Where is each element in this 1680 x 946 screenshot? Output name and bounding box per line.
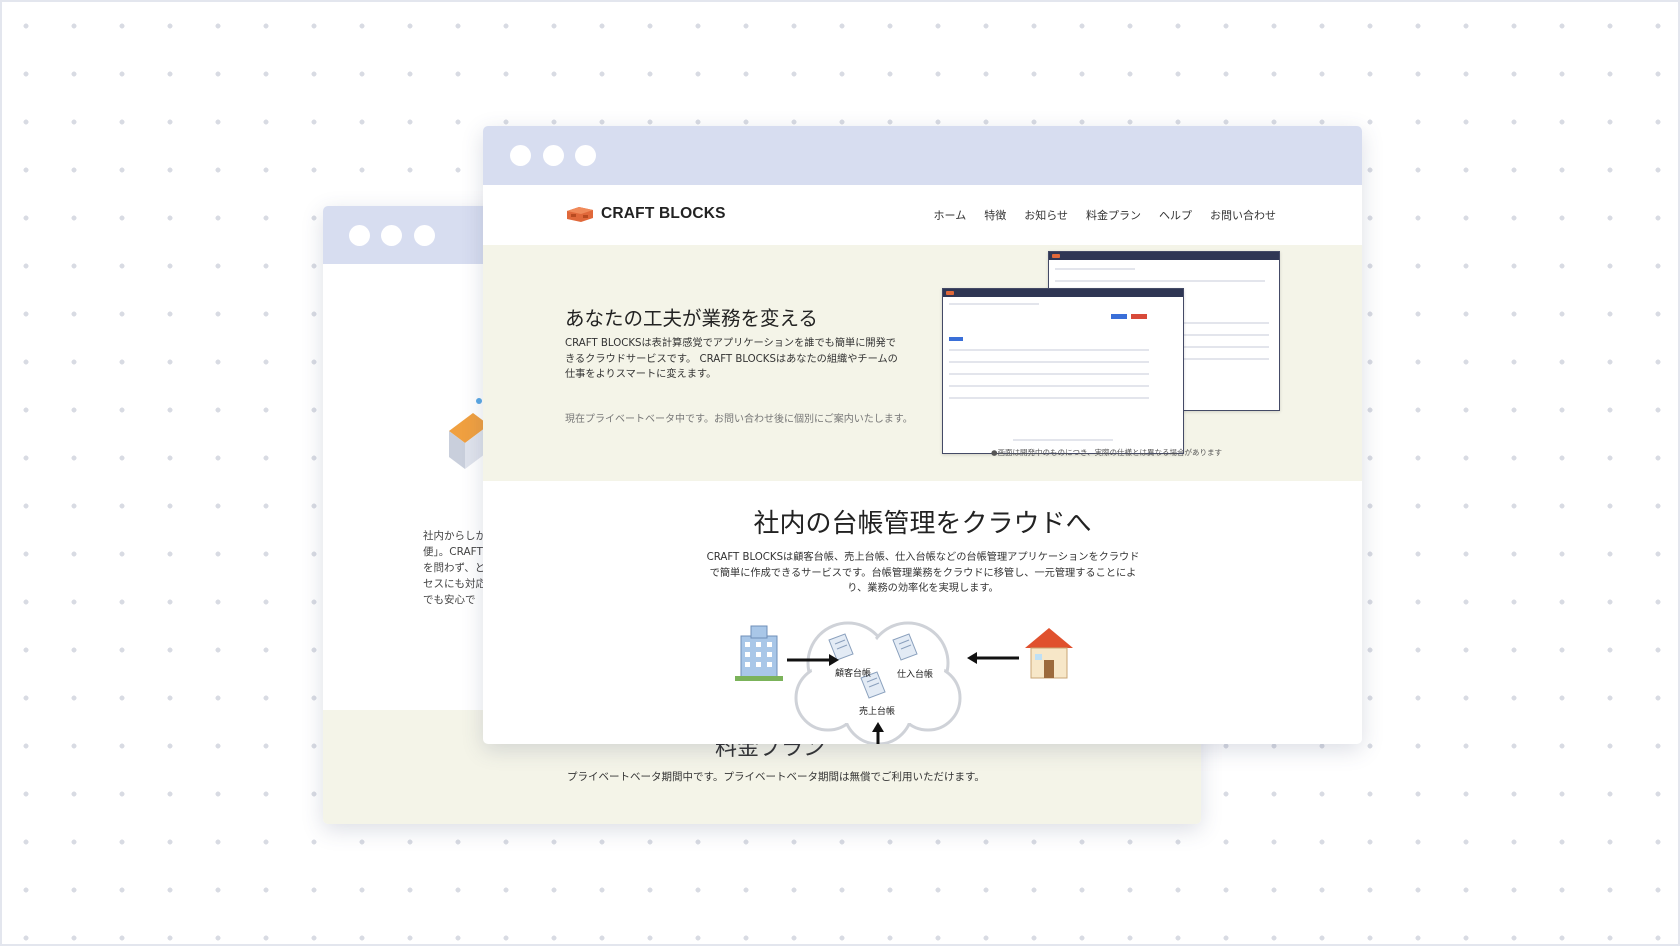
site-logo[interactable]: CRAFT BLOCKS [565,205,726,223]
window-dot [510,145,531,166]
window-titlebar [483,126,1362,185]
back-feature-text: 社内からしか 便」。CRAFT を問わず、と セスにも対応 でも安心で [423,530,483,606]
brick-logo-icon [567,207,593,222]
nav-item-features[interactable]: 特徴 [984,207,1006,223]
hero-title: あなたの工夫が業務を変える [565,307,818,330]
office-building-icon [735,625,783,681]
hero-description: CRAFT BLOCKSは表計算感覚でアプリケーションを誰でも簡単に開発できるク… [565,338,898,380]
diagram-label-sales: 売上台帳 [859,707,896,717]
main-nav: ホーム 特徴 お知らせ 料金プラン ヘルプ お問い合わせ [934,207,1276,223]
logo-text: CRAFT BLOCKS [601,205,726,222]
house-icon [1025,628,1073,679]
pricing-subtext: プライベートベータ期間中です。プライベートベータ期間は無償でご利用いただけます。 [567,771,985,783]
nav-item-home[interactable]: ホーム [934,207,967,223]
window-dot [414,225,435,246]
cloud-diagram-graphic [735,621,1073,744]
diagram-label-purchase: 仕入台帳 [897,670,934,680]
window-dot [381,225,402,246]
section-title: 社内の台帳管理をクラウドへ [753,509,1092,539]
app-screenshot-front [942,288,1184,454]
ledger-diagram: 顧客台帳 仕入台帳 売上台帳 [733,618,1113,744]
hero-note: 現在プライベートベータ中です。お問い合わせ後に個別にご案内いたします。 [565,414,913,425]
section-description: CRAFT BLOCKSは顧客台帳、売上台帳、仕入台帳などの台帳管理アプリケーシ… [706,552,1140,594]
nav-item-news[interactable]: お知らせ [1024,207,1068,223]
front-browser-window: CRAFT BLOCKS ホーム 特徴 お知らせ 料金プラン ヘルプ お問い合わ… [483,126,1362,744]
nav-item-contact[interactable]: お問い合わせ [1210,207,1276,223]
diagram-label-customer: 顧客台帳 [835,669,872,679]
screenshot-caption: ●画面は開発中のものにつき、実際の仕様とは異なる場合があります [991,448,1223,457]
window-dot [575,145,596,166]
window-dot [349,225,370,246]
window-dot [543,145,564,166]
canvas: 社内からしか 便」。CRAFT を問わず、と セスにも対応 でも安心で 料金プラ… [0,0,1680,946]
nav-item-pricing[interactable]: 料金プラン [1086,207,1141,223]
site-header: CRAFT BLOCKS ホーム 特徴 お知らせ 料金プラン ヘルプ お問い合わ… [483,185,1362,245]
nav-item-help[interactable]: ヘルプ [1159,207,1192,223]
hero-section: あなたの工夫が業務を変える CRAFT BLOCKSは表計算感覚でアプリケーショ… [483,245,1362,481]
